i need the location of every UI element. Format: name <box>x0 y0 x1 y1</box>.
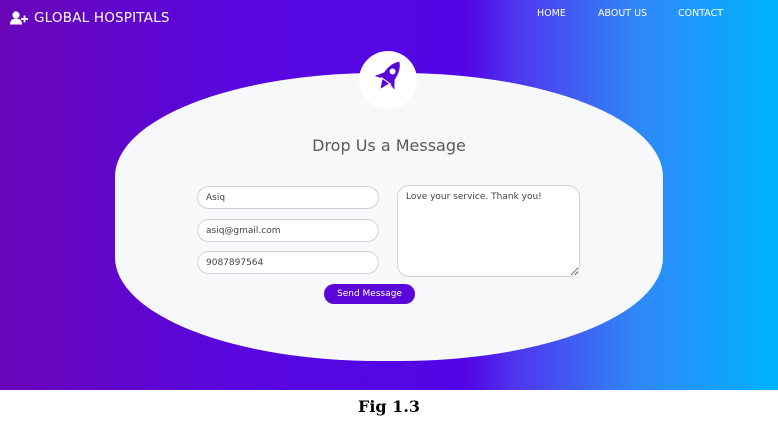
phone-field[interactable] <box>197 251 379 274</box>
nav-link-home[interactable]: HOME <box>537 8 566 19</box>
send-message-button[interactable]: Send Message <box>324 284 415 304</box>
form-title: Drop Us a Message <box>312 136 466 155</box>
name-field[interactable] <box>197 186 379 209</box>
contact-card <box>115 73 663 361</box>
message-textarea[interactable]: Love your service. Thank you! <box>397 185 580 277</box>
nav-link-contact[interactable]: CONTACT <box>678 8 723 19</box>
rocket-badge <box>359 51 417 109</box>
figure-caption: Fig 1.3 <box>357 397 421 416</box>
rocket-icon <box>371 57 405 103</box>
email-field[interactable] <box>197 219 379 242</box>
nav-link-about-us[interactable]: ABOUT US <box>598 8 647 19</box>
top-nav: HOME ABOUT US CONTACT <box>0 8 778 22</box>
